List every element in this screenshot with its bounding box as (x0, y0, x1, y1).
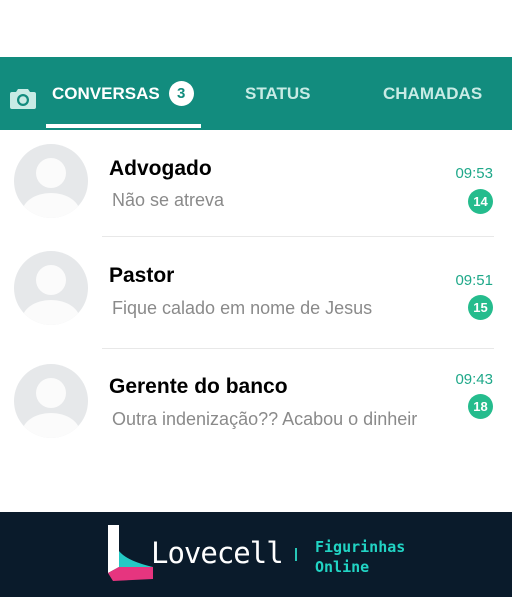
tab-chamadas[interactable]: CHAMADAS (383, 57, 482, 130)
unread-count-badge: 15 (468, 295, 493, 320)
tab-chamadas-label: CHAMADAS (383, 83, 483, 103)
chat-name: Pastor (109, 264, 175, 287)
avatar (14, 251, 88, 325)
chat-last-message: Não se atreva (112, 190, 225, 210)
chat-last-message: Outra indenização?? Acabou o dinheir (112, 409, 418, 429)
footer-separator (295, 548, 297, 561)
chat-last-message: Fique calado em nome de Jesus (112, 298, 373, 318)
top-blank-area (0, 0, 512, 57)
camera-icon[interactable] (10, 87, 36, 109)
tab-bar: CONVERSAS 3 STATUS CHAMADAS (0, 57, 512, 130)
tagline-line-2: Online (315, 558, 370, 576)
chat-name: Advogado (109, 157, 212, 180)
chat-name: Gerente do banco (109, 375, 288, 398)
unread-chats-badge: 3 (168, 81, 194, 106)
tab-conversas[interactable]: CONVERSAS 3 (52, 57, 194, 130)
tab-status-label: STATUS (245, 83, 311, 103)
footer-tagline: Figurinhas Online (315, 537, 405, 577)
chat-time: 09:43 (455, 371, 493, 388)
unread-count-badge: 18 (468, 394, 493, 419)
chat-row-advogado[interactable]: Advogado Não se atreva 09:53 14 (0, 130, 512, 240)
chat-time: 09:53 (455, 165, 493, 182)
avatar (14, 364, 88, 438)
unread-count-badge: 14 (468, 189, 493, 214)
avatar (14, 144, 88, 218)
chat-time: 09:51 (455, 272, 493, 289)
brand-name: Lovecell (151, 536, 284, 570)
tab-conversas-label: CONVERSAS (52, 83, 160, 103)
chat-row-gerente-do-banco[interactable]: Gerente do banco Outra indenização?? Aca… (0, 349, 512, 459)
chat-row-pastor[interactable]: Pastor Fique calado em nome de Jesus 09:… (0, 237, 512, 347)
tagline-line-1: Figurinhas (315, 538, 406, 556)
tab-status[interactable]: STATUS (245, 57, 310, 130)
active-tab-indicator (46, 124, 201, 128)
